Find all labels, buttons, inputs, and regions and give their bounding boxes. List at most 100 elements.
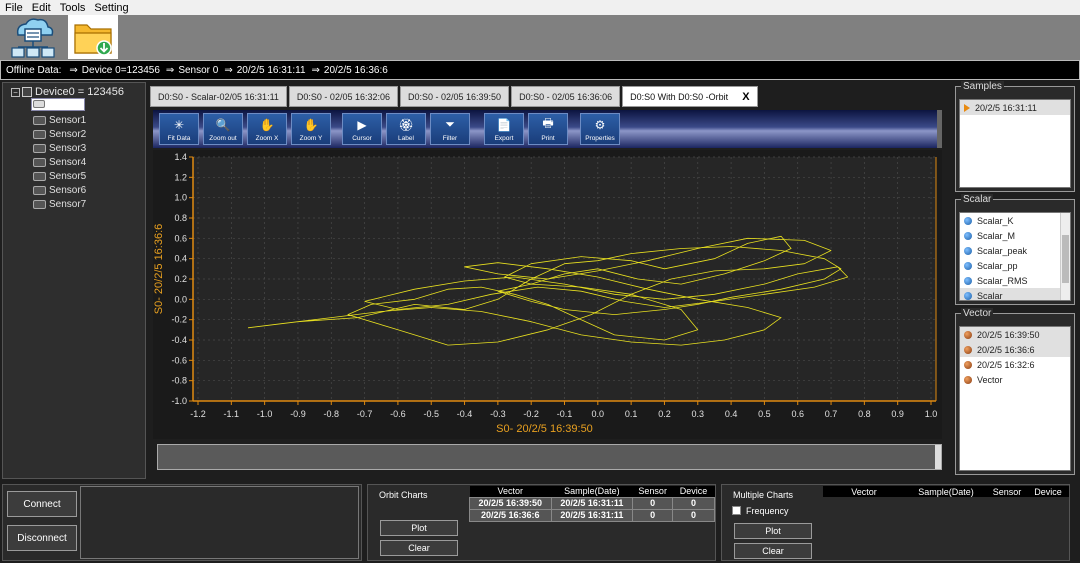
fit-data-button[interactable]: ✳ Fit Data	[159, 113, 199, 145]
tree-item-sensor3[interactable]: Sensor3	[33, 143, 86, 154]
bullet-icon	[964, 216, 972, 225]
toolbar-overflow[interactable]	[937, 110, 942, 148]
tab-vector-163950[interactable]: D0:S0 - 02/05 16:39:50	[400, 86, 510, 107]
cursor-button[interactable]: ▶ Cursor	[342, 113, 382, 145]
tab-vector-163206[interactable]: D0:S0 - 02/05 16:32:06	[288, 86, 398, 107]
list-item[interactable]: Scalar_peak	[960, 243, 1070, 258]
label-button[interactable]: 🏵 Label	[386, 113, 426, 145]
list-item-label: Scalar	[977, 290, 1003, 301]
tree-item-label: Sensor1	[49, 115, 87, 126]
tab-vector-163606[interactable]: D0:S0 - 02/05 16:36:06	[511, 86, 621, 107]
column-header[interactable]: Sensor	[987, 486, 1027, 497]
list-item-label: 20/2/5 16:39:50	[977, 329, 1040, 340]
chart-tabs: D0:S0 - Scalar-02/05 16:31:11 D0:S0 - 02…	[150, 86, 760, 107]
x-tick-label: -1.2	[190, 409, 206, 419]
zoom-out-button[interactable]: 🔍 Zoom out	[203, 113, 243, 145]
x-tick-label: -0.2	[523, 409, 539, 419]
zoom-y-button[interactable]: ✋ Zoom Y	[291, 113, 331, 145]
menu-file[interactable]: File	[5, 2, 23, 14]
list-item[interactable]: Vector	[960, 372, 1070, 387]
tree-root-device[interactable]: − Device0 = 123456	[11, 86, 124, 98]
list-item[interactable]: Scalar_RMS	[960, 273, 1070, 288]
list-item[interactable]: Scalar_M	[960, 228, 1070, 243]
cloud-server-icon[interactable]	[8, 15, 58, 59]
zoom-y-icon: ✋	[303, 117, 319, 132]
multiple-plot-button[interactable]: Plot	[734, 523, 812, 539]
column-header[interactable]: Vector	[469, 486, 552, 497]
list-item-label: 20/2/5 16:36:6	[977, 344, 1035, 355]
scalar-scrollbar[interactable]	[1060, 213, 1070, 300]
orbit-clear-button[interactable]: Clear	[380, 540, 458, 556]
tree-item-sensor6[interactable]: Sensor6	[33, 185, 86, 196]
table-cell: 0	[632, 496, 674, 510]
sensor-icon	[33, 144, 46, 153]
connect-button[interactable]: Connect	[7, 491, 77, 517]
x-tick-label: -0.7	[357, 409, 373, 419]
zoom-x-button[interactable]: ✋ Zoom X	[247, 113, 287, 145]
list-item[interactable]: Scalar_K	[960, 213, 1070, 228]
menu-tools[interactable]: Tools	[60, 2, 86, 14]
list-item[interactable]: Scalar	[960, 288, 1070, 301]
x-tick-label: 0.1	[625, 409, 638, 419]
export-button[interactable]: 📄 Export	[484, 113, 524, 145]
multiple-table: Vector Sample(Date) Sensor Device	[823, 486, 1069, 497]
bullet-icon	[964, 246, 972, 255]
offline-time-end: 20/2/5 16:36:6	[323, 64, 388, 76]
table-row[interactable]: 20/2/5 16:39:50 20/2/5 16:31:11 0 0	[469, 496, 715, 510]
cursor-icon: ▶	[357, 117, 367, 132]
tree-item-sensor7[interactable]: Sensor7	[33, 199, 86, 210]
print-button[interactable]: 🖶 Print	[528, 113, 568, 145]
x-tick-label: -1.0	[257, 409, 273, 419]
samples-list: 20/2/5 16:31:11	[959, 99, 1071, 188]
y-axis-title: S0- 20/2/5 16:36:6	[153, 224, 165, 315]
sensor-icon	[33, 116, 46, 125]
folder-download-icon[interactable]	[68, 15, 118, 59]
properties-button[interactable]: ⚙ Properties	[580, 113, 620, 145]
collapse-icon[interactable]: −	[11, 87, 20, 97]
strip-scroll[interactable]	[935, 445, 941, 469]
orbit-chart-svg: -1.2 -1.1 -1.0 -0.9 -0.8 -0.7 -0.6 -0.5 -0.4 -0.3…	[153, 152, 937, 435]
orbit-plot-button[interactable]: Plot	[380, 520, 458, 536]
menu-edit[interactable]: Edit	[32, 2, 51, 14]
frequency-checkbox[interactable]	[732, 506, 741, 515]
multiple-clear-button[interactable]: Clear	[734, 543, 812, 559]
orbit-chart[interactable]: -1.2 -1.1 -1.0 -0.9 -0.8 -0.7 -0.6 -0.5 -0.4 -0.3…	[153, 150, 942, 439]
list-item-label: 20/2/5 16:31:11	[975, 102, 1037, 113]
bullet-icon	[964, 345, 972, 354]
column-header[interactable]: Device	[1027, 486, 1069, 497]
list-item[interactable]: 20/2/5 16:39:50	[960, 327, 1070, 342]
column-header[interactable]: Sample(Date)	[905, 486, 987, 497]
x-tick-label: 0.8	[858, 409, 871, 419]
tab-scalar[interactable]: D0:S0 - Scalar-02/05 16:31:11	[150, 86, 287, 107]
offline-label: Offline Data:	[6, 64, 62, 76]
list-item[interactable]: 20/2/5 16:31:11	[960, 100, 1070, 115]
toolbar-button-label: Zoom Y	[299, 135, 323, 142]
tree-root-label: Device0 = 123456	[35, 86, 124, 98]
disconnect-button[interactable]: Disconnect	[7, 525, 77, 551]
column-header[interactable]: Vector	[823, 486, 905, 497]
scalar-list: Scalar_K Scalar_M Scalar_peak Scalar_pp …	[959, 212, 1071, 301]
column-header[interactable]: Sensor	[632, 486, 673, 497]
tab-orbit[interactable]: D0:S0 With D0:S0 -Orbit X	[622, 86, 758, 107]
y-tick-label: -0.4	[171, 335, 187, 345]
table-row[interactable]: 20/2/5 16:36:6 20/2/5 16:31:11 0 0	[469, 508, 715, 522]
list-item[interactable]: 20/2/5 16:36:6	[960, 342, 1070, 357]
tree-item-sensor2[interactable]: Sensor2	[33, 129, 86, 140]
tree-item-sensor4[interactable]: Sensor4	[33, 157, 86, 168]
tab-label: D0:S0 - 02/05 16:32:06	[296, 91, 390, 102]
column-header[interactable]: Sample(Date)	[551, 486, 633, 497]
list-item[interactable]: 20/2/5 16:32:6	[960, 357, 1070, 372]
tree-item-sensor5[interactable]: Sensor5	[33, 171, 86, 182]
tree-item-sensor0-selected[interactable]	[31, 98, 85, 111]
close-tab-icon[interactable]: X	[742, 91, 749, 103]
scalar-title: Scalar	[961, 194, 994, 205]
scrollbar-thumb[interactable]	[1062, 235, 1069, 283]
filter-button[interactable]: ⏷ Filter	[430, 113, 470, 145]
x-tick-label: -0.1	[557, 409, 573, 419]
sensor-icon	[33, 100, 45, 108]
toolbar-button-label: Print	[541, 135, 555, 142]
tree-item-sensor1[interactable]: Sensor1	[33, 115, 86, 126]
menu-setting[interactable]: Setting	[94, 2, 128, 14]
list-item[interactable]: Scalar_pp	[960, 258, 1070, 273]
column-header[interactable]: Device	[672, 486, 715, 497]
